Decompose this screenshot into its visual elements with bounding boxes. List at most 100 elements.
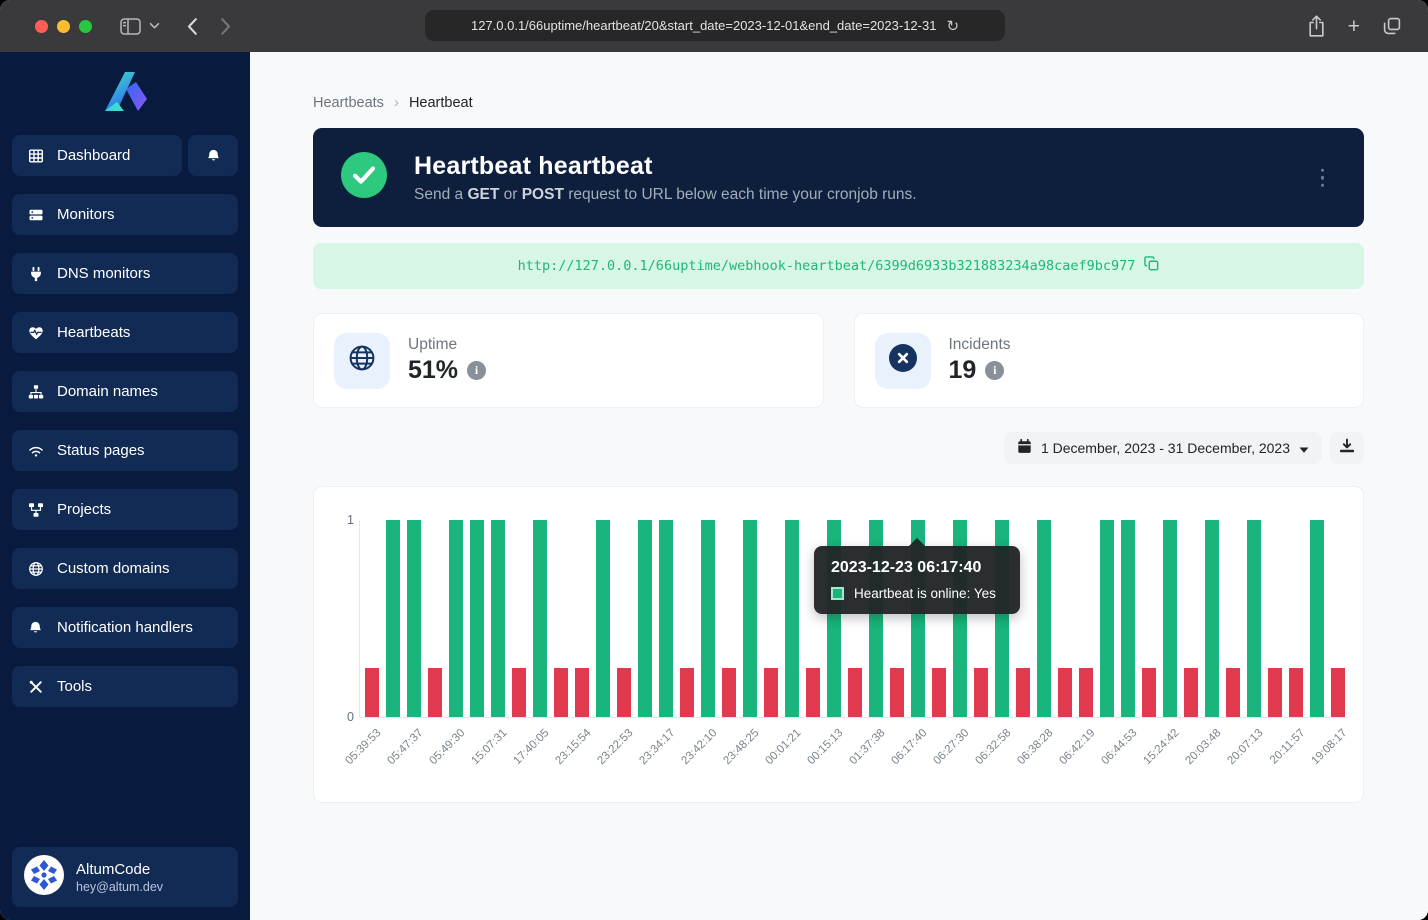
chart-bar-online[interactable] — [701, 520, 715, 717]
sidebar-item-projects[interactable]: Projects — [12, 489, 238, 530]
sidebar-item-dns-monitors[interactable]: DNS monitors — [12, 253, 238, 294]
chart-bar-online[interactable] — [470, 520, 484, 717]
chart-bar-offline[interactable] — [722, 668, 736, 717]
chart-bar-offline[interactable] — [974, 668, 988, 717]
chart-bar-online[interactable] — [1100, 520, 1114, 717]
minimize-window-button[interactable] — [57, 20, 70, 33]
uptime-label: Uptime — [408, 336, 486, 354]
chart-bar-offline[interactable] — [890, 668, 904, 717]
chart-bar-online[interactable] — [386, 520, 400, 717]
chart-bar-offline[interactable] — [1058, 668, 1072, 717]
breadcrumb: Heartbeats › Heartbeat — [313, 94, 1364, 111]
chevron-down-icon[interactable] — [149, 22, 160, 30]
bell-icon — [205, 148, 222, 164]
zoom-window-button[interactable] — [79, 20, 92, 33]
sidebar-item-domain-names[interactable]: Domain names — [12, 371, 238, 412]
chart-bar-offline[interactable] — [848, 668, 862, 717]
chart-bar-offline[interactable] — [764, 668, 778, 717]
notifications-button[interactable] — [188, 135, 238, 176]
chart-bar-online[interactable] — [1310, 520, 1324, 717]
heartbeat-chart-card: 1 0 05:39:5305:47:3705:49:3015:07:3117:4… — [313, 486, 1364, 803]
sidebar-item-dashboard[interactable]: Dashboard — [12, 135, 182, 176]
tabs-icon[interactable] — [1382, 16, 1402, 36]
breadcrumb-current: Heartbeat — [409, 95, 473, 111]
new-tab-icon[interactable]: + — [1348, 16, 1360, 37]
sidebar: Dashboard Monitors DNS monitors Heartbeats D… — [0, 52, 250, 920]
grid-icon — [27, 148, 44, 164]
breadcrumb-parent[interactable]: Heartbeats — [313, 95, 384, 111]
tooltip-arrow — [909, 538, 925, 546]
sidebar-item-status-pages[interactable]: Status pages — [12, 430, 238, 471]
chart-bar-offline[interactable] — [806, 668, 820, 717]
server-icon — [27, 207, 44, 223]
chart-bar-online[interactable] — [449, 520, 463, 717]
chart-bar-offline[interactable] — [1268, 668, 1282, 717]
info-icon[interactable]: i — [985, 361, 1004, 380]
copy-icon[interactable] — [1144, 256, 1159, 276]
sidebar-item-label: Status pages — [57, 442, 145, 459]
chart-bar-online[interactable] — [1121, 520, 1135, 717]
chart-bar-online[interactable] — [743, 520, 757, 717]
date-range-value: 1 December, 2023 - 31 December, 2023 — [1041, 440, 1290, 456]
incidents-value: 19 — [949, 356, 977, 385]
info-icon[interactable]: i — [467, 361, 486, 380]
chart-bar-offline[interactable] — [575, 668, 589, 717]
sitemap-icon — [27, 384, 44, 400]
chart-bar-online[interactable] — [638, 520, 652, 717]
chart-bar-offline[interactable] — [617, 668, 631, 717]
sidebar-item-heartbeats[interactable]: Heartbeats — [12, 312, 238, 353]
chart-bar-online[interactable] — [659, 520, 673, 717]
kebab-menu-icon[interactable] — [1317, 164, 1329, 191]
chart-bar-offline[interactable] — [1226, 668, 1240, 717]
app-logo[interactable] — [102, 69, 148, 118]
webhook-url-banner: http://127.0.0.1/66uptime/webhook-heartb… — [313, 243, 1364, 289]
url-bar[interactable]: 127.0.0.1/66uptime/heartbeat/20&start_da… — [425, 10, 1005, 41]
chart-bar-offline[interactable] — [554, 668, 568, 717]
caret-down-icon — [1299, 440, 1309, 456]
wifi-icon — [27, 443, 44, 459]
chart-bar-online[interactable] — [491, 520, 505, 717]
chart-bar-offline[interactable] — [1142, 668, 1156, 717]
traffic-lights — [35, 20, 92, 33]
chart-bar-online[interactable] — [785, 520, 799, 717]
sidebar-item-tools[interactable]: Tools — [12, 666, 238, 707]
reload-icon[interactable]: ↻ — [946, 17, 959, 35]
sidebar-item-label: Monitors — [57, 206, 115, 223]
chart-bar-online[interactable] — [1163, 520, 1177, 717]
sidebar-item-custom-domains[interactable]: Custom domains — [12, 548, 238, 589]
webhook-url[interactable]: http://127.0.0.1/66uptime/webhook-heartb… — [518, 258, 1136, 274]
chart-bar-offline[interactable] — [1289, 668, 1303, 717]
share-icon[interactable] — [1307, 15, 1326, 38]
heartbeat-header-card: Heartbeat heartbeat Send a GET or POST r… — [313, 128, 1364, 227]
export-button[interactable] — [1330, 432, 1364, 464]
tooltip-title: 2023-12-23 06:17:40 — [814, 559, 1020, 577]
breadcrumb-separator-icon: › — [394, 94, 399, 111]
sidebar-item-notification-handlers[interactable]: Notification handlers — [12, 607, 238, 648]
chart-bar-offline[interactable] — [512, 668, 526, 717]
incidents-card: Incidents 19 i — [854, 313, 1365, 408]
chart-bar-offline[interactable] — [1016, 668, 1030, 717]
back-icon[interactable] — [186, 17, 198, 36]
chart-bar-online[interactable] — [1037, 520, 1051, 717]
chart-bar-offline[interactable] — [365, 668, 379, 717]
chart-bar-offline[interactable] — [1184, 668, 1198, 717]
user-card[interactable]: AltumCode hey@altum.dev — [12, 847, 238, 907]
chart-bar-online[interactable] — [1247, 520, 1261, 717]
chart-bar-offline[interactable] — [1331, 668, 1345, 717]
plug-icon — [27, 266, 44, 282]
chart-bar-online[interactable] — [533, 520, 547, 717]
y-axis-tick: 1 — [330, 513, 354, 527]
chart-bar-offline[interactable] — [428, 668, 442, 717]
chart-bar-online[interactable] — [1205, 520, 1219, 717]
chart-bar-offline[interactable] — [1079, 668, 1093, 717]
chart-bar-offline[interactable] — [932, 668, 946, 717]
sidebar-toggle-icon[interactable] — [120, 18, 141, 35]
sidebar-item-monitors[interactable]: Monitors — [12, 194, 238, 235]
chart-bar-online[interactable] — [407, 520, 421, 717]
sidebar-nav: Dashboard Monitors DNS monitors Heartbeats D… — [0, 135, 250, 707]
chart-bar-offline[interactable] — [680, 668, 694, 717]
forward-icon[interactable] — [220, 17, 232, 36]
chart-bar-online[interactable] — [596, 520, 610, 717]
date-range-picker[interactable]: 1 December, 2023 - 31 December, 2023 — [1004, 432, 1322, 464]
close-window-button[interactable] — [35, 20, 48, 33]
